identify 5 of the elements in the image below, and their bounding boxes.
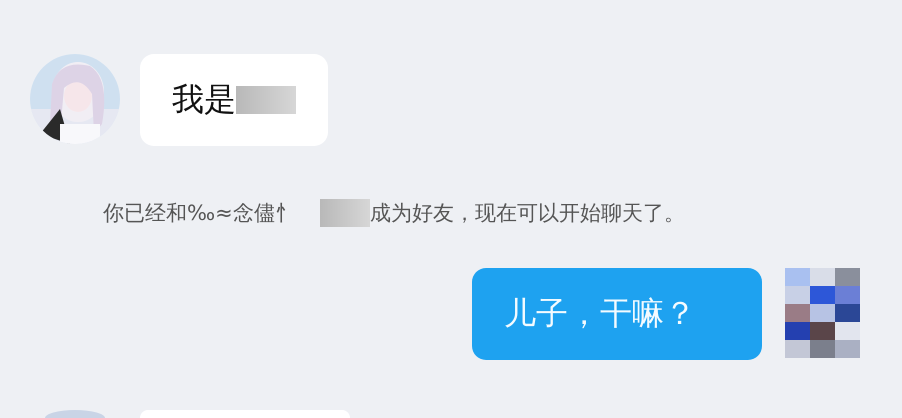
message-bubble: 我是 (140, 54, 328, 146)
pixelated-avatar-icon (782, 268, 862, 358)
message-bubble: 儿子，干嘛？ (472, 268, 762, 360)
system-message: 成为好友，现在可以开始聊天了。 (370, 200, 685, 227)
system-message: 你已经和‰≈念儘忄 (103, 200, 296, 227)
